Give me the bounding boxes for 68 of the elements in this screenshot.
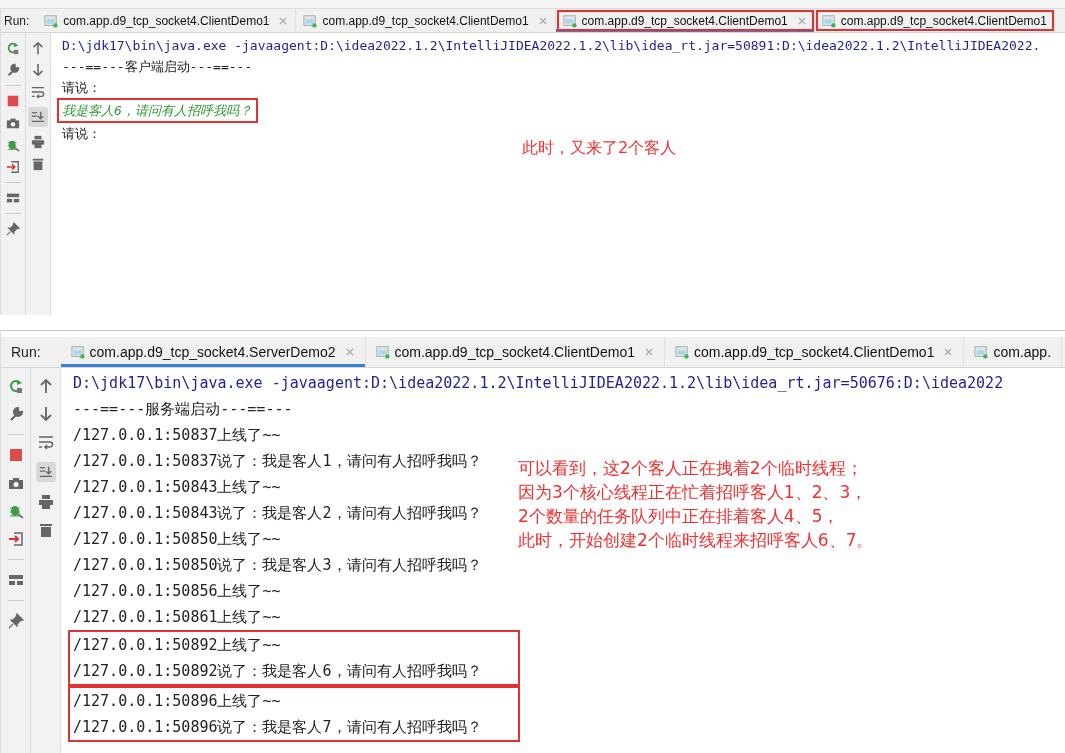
stop-icon[interactable] (6, 94, 20, 108)
console-line: /127.0.0.1:50837说了：我是客人1，请问有人招呼我吗？ (73, 451, 482, 472)
console-icon (974, 345, 989, 359)
pin-icon[interactable] (7, 613, 24, 629)
run-tab[interactable]: com.app.d9_tcp_socket4.ClientDemo1 (664, 337, 965, 367)
run-tab[interactable]: com.app.d9_tcp_socket4.ClientDemo1 (296, 9, 556, 32)
console-line: /127.0.0.1:50843上线了~~ (73, 477, 281, 498)
run-tab[interactable]: com.app.d9_tcp_socket4.ServerDemo2 (60, 337, 366, 367)
camera-icon[interactable] (6, 116, 20, 130)
annotation-text: 可以看到，这2个客人正在拽着2个临时线程； (518, 457, 864, 480)
console-icon (562, 13, 577, 28)
wrench-icon[interactable] (6, 63, 20, 77)
scroll-to-end-button[interactable] (35, 462, 56, 482)
console-line: /127.0.0.1:50850说了：我是客人3，请问有人招呼我吗？ (73, 555, 482, 576)
down-arrow-icon[interactable] (37, 406, 54, 422)
console-icon (44, 13, 59, 28)
console-icon (303, 13, 318, 28)
console-line: /127.0.0.1:50837上线了~~ (73, 425, 281, 446)
console-line: D:\jdk17\bin\java.exe -javaagent:D:\idea2022.1.2\IntelliJIDEA2022.1.2\lib\idea_rt.jar=50676:D:\idea2022 (73, 373, 1004, 394)
console-line: ---==---服务端启动---==--- (73, 399, 293, 420)
run-tab[interactable]: com.app.d9_tcp_socket4.ClientDemo1 (365, 337, 665, 367)
console-icon (674, 345, 689, 359)
exit-icon[interactable] (7, 531, 24, 547)
printer-icon[interactable] (31, 135, 45, 149)
layout-icon[interactable] (6, 191, 20, 205)
trash-icon[interactable] (31, 157, 45, 171)
rerun-icon[interactable] (7, 378, 24, 394)
console-icon (70, 345, 85, 359)
console-line: /127.0.0.1:50850上线了~~ (73, 529, 281, 550)
debug-icon[interactable] (7, 503, 24, 519)
console-line: /127.0.0.1:50892上线了~~ (73, 635, 281, 656)
trash-icon[interactable] (37, 522, 54, 538)
pin-icon[interactable] (6, 222, 20, 236)
debug-icon[interactable] (6, 138, 20, 152)
console-line: /127.0.0.1:50843说了：我是客人2，请问有人招呼我吗？ (73, 503, 482, 524)
console-icon (375, 345, 390, 359)
rerun-icon[interactable] (6, 41, 20, 55)
console-line: D:\jdk17\bin\java.exe -javaagent:D:\idea2022.1.2\IntelliJIDEA2022.1.2\lib\idea_rt.jar=50891:D:\idea2022.1.2\IntelliJIDEA2022. (62, 37, 1041, 55)
console-icon (821, 13, 836, 28)
annotation-text: 因为3个核心线程正在忙着招呼客人1、2、3， (518, 481, 869, 504)
console-line: /127.0.0.1:50896说了：我是客人7，请问有人招呼我吗？ (73, 717, 482, 738)
console-line: /127.0.0.1:50896上线了~~ (73, 691, 281, 712)
down-arrow-icon[interactable] (31, 63, 45, 77)
up-arrow-icon[interactable] (31, 41, 45, 55)
scroll-to-end-button[interactable] (28, 107, 48, 127)
console-line: /127.0.0.1:50892说了：我是客人6，请问有人招呼我吗？ (73, 661, 482, 682)
annotation-text: 此时，又来了2个客人 (522, 137, 677, 158)
exit-icon[interactable] (6, 160, 20, 174)
annotation-text: 2个数量的任务队列中正在排着客人4、5， (518, 505, 841, 528)
console-line: 请说： (62, 125, 101, 143)
console-line: 我是客人6，请问有人招呼我吗？ (62, 102, 252, 120)
run-tab[interactable]: com.app.d9_tcp_socket4.ClientDemo1 (814, 9, 1055, 32)
camera-icon[interactable] (7, 475, 24, 491)
annotation-text: 此时，开始创建2个临时线程来招呼客人6、7。 (518, 529, 874, 552)
console-line: /127.0.0.1:50856上线了~~ (73, 581, 281, 602)
printer-icon[interactable] (37, 494, 54, 510)
soft-wrap-icon[interactable] (31, 85, 45, 99)
console-line: /127.0.0.1:50861上线了~~ (73, 607, 281, 628)
run-tab[interactable]: com.app.d9_tcp_socket4.ClientDemo1 (555, 9, 815, 32)
run-label: Run: (3, 12, 31, 30)
run-tab[interactable]: com.app.d9_tcp_socket4.ClientDemo1 (37, 9, 297, 32)
console-line: 请说： (62, 79, 101, 97)
console-line: ---==---客户端启动---==--- (62, 58, 253, 76)
layout-icon[interactable] (7, 572, 24, 588)
soft-wrap-icon[interactable] (37, 434, 54, 450)
run-tab[interactable]: com.app. (964, 337, 1063, 367)
run-label: Run: (10, 343, 42, 362)
stop-icon[interactable] (7, 447, 24, 463)
